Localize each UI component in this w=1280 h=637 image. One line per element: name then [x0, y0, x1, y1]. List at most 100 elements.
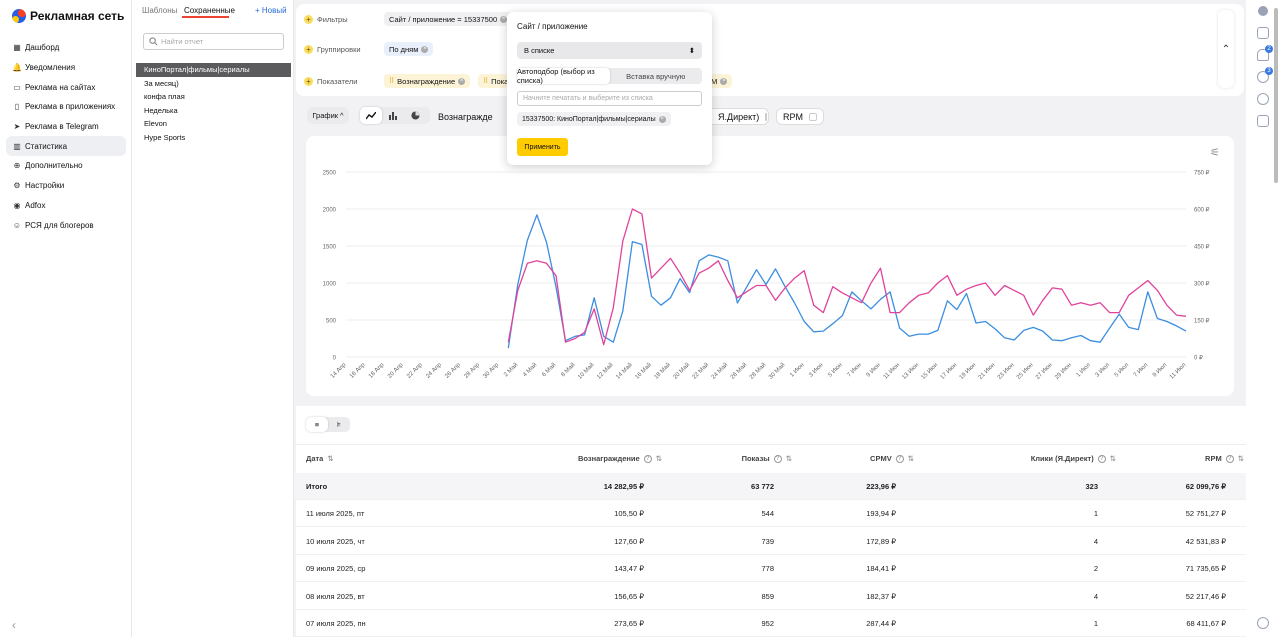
tree-list-icon[interactable]: ⊧ [328, 417, 350, 432]
sort-icon[interactable]: ⇅ [656, 454, 662, 463]
grouping-chip[interactable]: По дням × [384, 42, 434, 56]
tab-templates[interactable]: Шаблоны [142, 6, 177, 15]
column-header[interactable]: Показы? ⇅ [742, 454, 792, 463]
apply-button[interactable]: Применить [517, 138, 568, 156]
globe-icon[interactable] [1257, 617, 1269, 629]
collapse-filters-button[interactable]: ⌃ [1218, 10, 1234, 88]
nav-item-label: Дашборд [25, 43, 60, 53]
help-icon[interactable]: ? [895, 454, 904, 463]
filters-row: + Фильтры [304, 11, 348, 27]
help-icon[interactable] [1257, 93, 1269, 105]
popup-search-input[interactable]: Начните печатать и выберите из списка [517, 91, 702, 106]
saved-report-item[interactable]: Elevon [136, 117, 291, 131]
nav-item[interactable]: ▭ Реклама на сайтах [6, 77, 126, 97]
metric-checkbox[interactable] [765, 112, 768, 121]
saved-report-item[interactable]: Hype Sports [136, 131, 291, 145]
drag-handle-icon[interactable]: ⠿ [483, 77, 488, 85]
table-cell: 07 июля 2025, пн [306, 619, 366, 628]
sort-icon[interactable]: ⇅ [1238, 454, 1244, 463]
y-tick-label: 0 [333, 356, 337, 362]
metric-toggle-clicks[interactable]: Я.Директ) [712, 108, 769, 125]
remove-chip-icon[interactable]: × [720, 77, 728, 85]
tab-autopick[interactable]: Автоподбор (выбор из списка) [517, 67, 610, 85]
sort-icon[interactable]: ⇅ [1110, 454, 1116, 463]
bar-chart-icon[interactable] [382, 107, 404, 124]
view-dropdown[interactable]: График ^ [307, 107, 349, 124]
condition-select[interactable]: В списке ⬍ [517, 42, 702, 59]
nav-item[interactable]: ☺ РСЯ для блогеров [6, 215, 126, 235]
table-row: 07 июля 2025, пн 273,65 ₽ 952 287,44 ₽ 1 68 4… [294, 610, 1246, 637]
column-header-label: Клики (Я.Директ) [1030, 454, 1094, 463]
remove-chip-icon[interactable]: × [458, 77, 466, 85]
sort-icon[interactable]: ⇅ [908, 454, 914, 463]
add-indicator-icon[interactable]: + [304, 76, 313, 86]
nav-item[interactable]: ▦ Дашборд [6, 38, 126, 58]
flat-list-icon[interactable]: ≡ [306, 417, 328, 432]
table-cell: 63 772 [751, 482, 774, 491]
nav-item[interactable]: ⚙ Настройки [6, 176, 126, 196]
popup-tabs: Автоподбор (выбор из списка) Вставка вру… [517, 67, 703, 85]
nav-item[interactable]: ➤ Реклама в Telegram [6, 117, 126, 137]
column-header-label: Вознаграждение [577, 454, 640, 463]
nav-item[interactable]: 🔔 Уведомления [6, 58, 126, 78]
adfox-icon: ◉ [13, 200, 21, 210]
indicator-chip[interactable]: ⠿ Пока [478, 74, 508, 88]
metric-checkbox[interactable] [809, 112, 817, 121]
column-header[interactable]: Клики (Я.Директ)? ⇅ [1031, 454, 1116, 463]
help-icon[interactable]: ? [1097, 454, 1106, 463]
column-header[interactable]: RPM? ⇅ [1205, 454, 1244, 463]
table-cell: 952 [761, 619, 774, 628]
popup-title: Сайт / приложение [517, 22, 588, 31]
column-header[interactable]: CPMV? ⇅ [870, 454, 914, 463]
tab-saved[interactable]: Сохраненные [184, 6, 235, 15]
x-tick-label: 7 Июл [1133, 362, 1150, 379]
add-filter-icon[interactable]: + [304, 14, 313, 24]
selected-site-chip[interactable]: 15337500: КиноПортал|фильмы|сериалы × [517, 112, 671, 126]
column-header[interactable]: Вознаграждение? ⇅ [578, 454, 662, 463]
brand-logo[interactable]: Рекламная сеть [12, 9, 124, 23]
y2-tick-label: 450 ₽ [1194, 244, 1210, 251]
sort-icon[interactable]: ⇅ [786, 454, 792, 463]
drag-handle-icon[interactable]: ⠿ [389, 77, 394, 85]
saved-report-item[interactable]: конфа плая [136, 90, 291, 104]
nav-item[interactable]: ▥ Статистика [6, 136, 126, 157]
y-tick-label: 2000 [323, 208, 337, 214]
line-chart-icon[interactable] [360, 107, 382, 124]
help-icon[interactable]: ? [773, 454, 782, 463]
notification-badge: 2 [1265, 45, 1273, 53]
new-report-button[interactable]: + Новый [255, 6, 287, 15]
saved-report-item[interactable]: Неделька [136, 104, 291, 118]
nav-item[interactable]: ◉ Adfox [6, 196, 126, 216]
thumbs-up-icon[interactable] [1257, 27, 1269, 39]
tab-manual[interactable]: Вставка вручную [610, 68, 703, 84]
saved-report-item[interactable]: За месяц) [136, 77, 291, 91]
column-header[interactable]: Дата ⇅ [306, 454, 334, 463]
remove-chip-icon[interactable]: × [421, 45, 429, 53]
api-icon[interactable] [1257, 115, 1269, 127]
chart-settings-icon[interactable]: ⚟ [1210, 146, 1220, 159]
nav-item[interactable]: ▯ Реклама в приложениях [6, 97, 126, 117]
metric-toggle-reward[interactable]: Вознагражде [438, 108, 493, 125]
page-scrollbar[interactable] [1274, 8, 1278, 183]
filter-chip[interactable]: Сайт / приложение = 15337500 × [384, 12, 513, 26]
metric-toggle-rpm[interactable]: RPM [776, 108, 824, 125]
pie-chart-icon[interactable] [404, 107, 426, 124]
nav-item[interactable]: ⊕ Дополнительно [6, 156, 126, 176]
nav-item-label: Настройки [25, 181, 65, 191]
help-icon[interactable]: ? [643, 454, 652, 463]
indicators-row: + Показатели [304, 73, 357, 89]
x-tick-label: 15 Июн [921, 362, 940, 381]
sort-icon[interactable]: ⇅ [327, 454, 333, 463]
x-tick-label: 21 Июн [978, 362, 997, 381]
remove-chip-icon[interactable]: × [658, 115, 666, 123]
report-search-input[interactable]: Найти отчет [143, 33, 284, 50]
main-area: + Фильтры Сайт / приложение = 15337500 × … [294, 0, 1246, 637]
table-cell: 287,44 ₽ [866, 619, 896, 628]
indicator-chip[interactable]: ⠿ Вознаграждение × [384, 74, 471, 88]
robot-icon[interactable] [1258, 6, 1268, 16]
table-cell: 1 [1093, 509, 1098, 518]
help-icon[interactable]: ? [1225, 454, 1234, 463]
add-grouping-icon[interactable]: + [304, 44, 313, 54]
saved-report-item[interactable]: КиноПортал|фильмы|сериалы [136, 63, 291, 77]
collapse-sidebar-icon[interactable]: ‹ [12, 618, 16, 632]
